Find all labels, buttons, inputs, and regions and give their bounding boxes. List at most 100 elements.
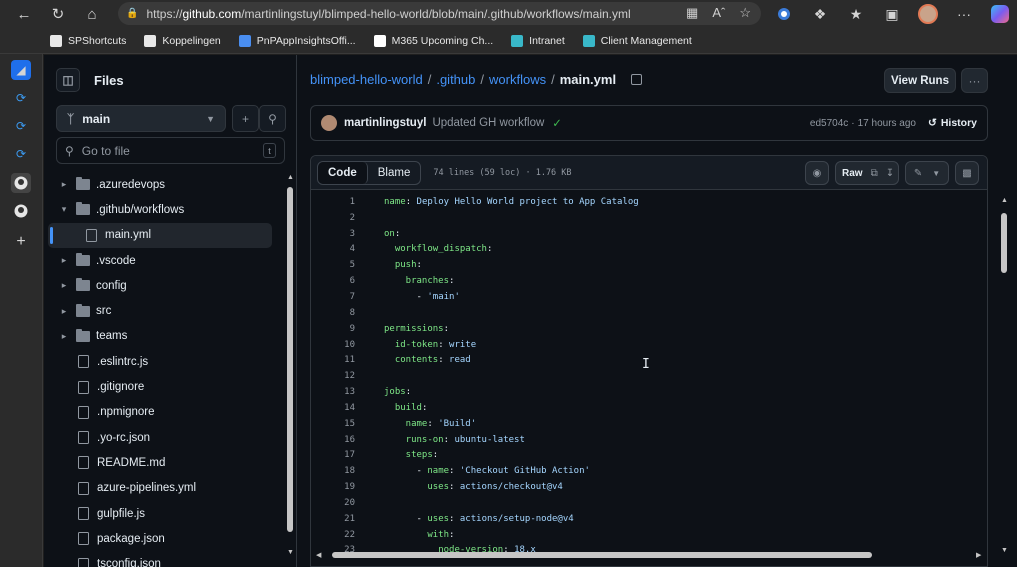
tree-item[interactable]: .npmignore xyxy=(48,400,272,425)
line-number[interactable]: 3 xyxy=(311,229,355,239)
sidebar-scrollbar[interactable]: ▲ ▼ xyxy=(286,172,295,567)
line-number[interactable]: 19 xyxy=(311,482,355,492)
line-number[interactable]: 6 xyxy=(311,276,355,286)
chevron-right-icon[interactable]: ▸ xyxy=(58,179,70,190)
history-button[interactable]: ↺ History xyxy=(928,117,977,129)
line-number[interactable]: 20 xyxy=(311,498,355,508)
tree-item[interactable]: ▸ config xyxy=(48,273,272,298)
scroll-right-icon[interactable]: ▶ xyxy=(976,551,981,559)
bookmark-item[interactable]: SPShortcuts xyxy=(50,34,126,47)
tree-item[interactable]: .gitignore xyxy=(48,374,272,399)
line-number[interactable]: 18 xyxy=(311,466,355,476)
chevron-right-icon[interactable]: ▸ xyxy=(58,255,70,266)
scroll-left-icon[interactable]: ◀ xyxy=(316,551,321,559)
line-number[interactable]: 4 xyxy=(311,244,355,254)
line-number[interactable]: 22 xyxy=(311,530,355,540)
line-number[interactable]: 15 xyxy=(311,419,355,429)
search-icon[interactable]: ⚲ xyxy=(259,105,286,132)
chevron-down-icon[interactable]: ▾ xyxy=(58,204,70,215)
tree-item[interactable]: .yo-rc.json xyxy=(48,425,272,450)
chevron-right-icon[interactable]: ▸ xyxy=(58,306,70,317)
raw-button[interactable]: Raw xyxy=(842,168,863,179)
tab-github-icon[interactable] xyxy=(11,201,31,221)
more-menu-icon[interactable]: ··· xyxy=(952,2,976,26)
back-icon[interactable]: ← xyxy=(10,2,38,26)
favorite-star-icon[interactable]: ☆ xyxy=(739,5,751,21)
screenshot-icon[interactable]: ▣ xyxy=(880,2,904,26)
scroll-down-icon[interactable]: ▼ xyxy=(1001,547,1008,554)
tab-devops-icon-2[interactable]: ⟳ xyxy=(11,116,31,136)
tree-item[interactable]: azure-pipelines.yml xyxy=(48,476,272,501)
bookmark-item[interactable]: Client Management xyxy=(582,34,692,47)
tree-item[interactable]: tsconfig.json xyxy=(48,551,272,567)
line-number[interactable]: 1 xyxy=(311,197,355,207)
line-number[interactable]: 7 xyxy=(311,292,355,302)
download-icon[interactable]: ↧ xyxy=(886,168,894,179)
extensions-puzzle-icon[interactable]: ❖ xyxy=(808,2,832,26)
refresh-icon[interactable]: ↻ xyxy=(44,2,72,26)
app-available-icon[interactable]: ▦ xyxy=(686,5,698,21)
copilot-chat-icon[interactable]: ◉ xyxy=(805,161,829,185)
tree-item[interactable]: package.json xyxy=(48,526,272,551)
scroll-down-icon[interactable]: ▼ xyxy=(287,549,294,556)
line-number[interactable]: 2 xyxy=(311,213,355,223)
author-avatar[interactable] xyxy=(321,115,337,131)
copy-raw-icon[interactable]: ⧉ xyxy=(871,168,878,179)
scroll-up-icon[interactable]: ▲ xyxy=(287,174,294,181)
copy-path-icon[interactable] xyxy=(631,74,643,85)
code-horizontal-scrollbar[interactable]: ◀ ▶ xyxy=(314,550,986,560)
line-number[interactable]: 8 xyxy=(311,308,355,318)
tab-devops-icon-3[interactable]: ⟳ xyxy=(11,144,31,164)
line-number[interactable]: 11 xyxy=(311,355,355,365)
collapse-sidebar-icon[interactable]: ◫ xyxy=(56,68,80,92)
tree-item[interactable]: ▸ .azuredevops xyxy=(48,172,272,197)
chevron-down-icon[interactable]: ▼ xyxy=(932,169,940,178)
bookmark-item[interactable]: Intranet xyxy=(511,34,565,47)
breadcrumb-workflows[interactable]: workflows xyxy=(489,72,546,87)
tab-blame[interactable]: Blame xyxy=(368,162,421,184)
tree-item[interactable]: README.md xyxy=(48,450,272,475)
line-number[interactable]: 9 xyxy=(311,324,355,334)
new-tab-icon[interactable]: + xyxy=(11,232,31,252)
address-bar[interactable]: 🔒 https://github.com/martinlingstuyl/bli… xyxy=(118,2,761,25)
breadcrumb-repo[interactable]: blimped-hello-world xyxy=(310,72,423,87)
line-number[interactable]: 5 xyxy=(311,260,355,270)
line-number[interactable]: 13 xyxy=(311,387,355,397)
vertical-scroll-thumb[interactable] xyxy=(1001,213,1007,273)
home-icon[interactable]: ⌂ xyxy=(78,2,106,26)
sidebar-scroll-thumb[interactable] xyxy=(287,187,293,532)
view-runs-button[interactable]: View Runs xyxy=(884,68,956,93)
tab-github-active-icon[interactable] xyxy=(11,173,31,193)
chevron-right-icon[interactable]: ▸ xyxy=(58,331,70,342)
read-aloud-icon[interactable]: Aˆ xyxy=(712,5,725,21)
extension-shield-icon[interactable] xyxy=(772,2,796,26)
copilot-icon[interactable] xyxy=(988,2,1012,26)
edit-pencil-icon[interactable]: ✎ xyxy=(914,168,922,179)
page-vertical-scrollbar[interactable]: ▲ ▼ xyxy=(999,195,1009,560)
commit-hash[interactable]: ed5704c xyxy=(810,118,848,129)
breadcrumb-github[interactable]: .github xyxy=(436,72,475,87)
scroll-up-icon[interactable]: ▲ xyxy=(1001,197,1008,204)
bookmark-item[interactable]: M365 Upcoming Ch... xyxy=(373,34,493,47)
tree-item[interactable]: ▾ .github/workflows xyxy=(48,197,272,222)
line-number[interactable]: 12 xyxy=(311,371,355,381)
go-to-file-input[interactable]: ⚲ Go to file t xyxy=(56,137,285,164)
tree-item[interactable]: .eslintrc.js xyxy=(48,349,272,374)
more-options-button[interactable]: ··· xyxy=(961,68,988,93)
chevron-right-icon[interactable]: ▸ xyxy=(58,280,70,291)
tab-azure-icon[interactable]: ◢ xyxy=(11,60,31,80)
commit-message[interactable]: Updated GH workflow xyxy=(432,117,544,129)
line-number[interactable]: 16 xyxy=(311,435,355,445)
commit-author[interactable]: martinlingstuyl xyxy=(344,117,426,129)
profile-avatar[interactable] xyxy=(916,2,940,26)
tab-devops-icon[interactable]: ⟳ xyxy=(11,88,31,108)
check-icon[interactable]: ✓ xyxy=(552,116,562,130)
tree-item[interactable]: ▸ .vscode xyxy=(48,248,272,273)
tree-item[interactable]: ▸ src xyxy=(48,298,272,323)
horizontal-scroll-thumb[interactable] xyxy=(332,552,872,558)
bookmark-item[interactable]: PnPAppInsightsOffi... xyxy=(238,34,356,47)
tab-code[interactable]: Code xyxy=(318,161,368,184)
line-number[interactable]: 17 xyxy=(311,450,355,460)
line-number[interactable]: 14 xyxy=(311,403,355,413)
add-file-button[interactable]: + xyxy=(232,105,259,132)
